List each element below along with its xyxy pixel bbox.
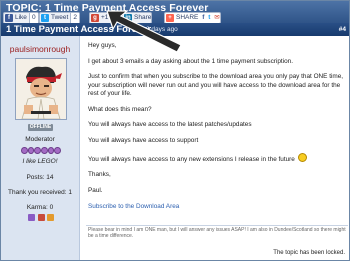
rank-stars [21, 147, 62, 154]
addthis-label: SHARE [176, 14, 199, 21]
author-thanks: Thank you received: 1 [8, 189, 72, 196]
fighter-avatar-image [16, 59, 66, 119]
rank-dot-icon [27, 147, 35, 154]
post-title: 1 Time Payment Access Forever [6, 24, 152, 35]
tweet-label: Tweet [51, 14, 69, 21]
gplus-count: 0 [110, 13, 120, 23]
author-username[interactable]: paulsimonrough [1, 44, 79, 54]
google-plus-icon: g [91, 14, 99, 22]
twitter-icon: t [41, 14, 49, 22]
message-paragraph: You will always have access to the lates… [88, 121, 252, 129]
like-label: Like [15, 14, 27, 21]
message-paragraph: Just to confirm that when you subscribe … [88, 73, 344, 97]
author-actions [28, 214, 54, 222]
post-header: 1 Time Payment Access Forever 3 days ago… [1, 23, 349, 36]
author-post-count: Posts: 14 [26, 174, 54, 181]
author-profile: paulsimonrough OFFLINE Moderator I like … [1, 36, 80, 260]
message-paragraph: You will always have access to support [88, 136, 199, 144]
signature-divider [86, 225, 348, 226]
like-count: 0 [28, 13, 38, 23]
post-date: 3 days ago [146, 26, 178, 33]
avatar[interactable] [15, 58, 67, 120]
signature: Please bear in mind I am ONE man, but I … [88, 227, 346, 239]
facebook-icon: f [5, 14, 13, 22]
rank-dot-icon [54, 147, 62, 154]
subscribe-link[interactable]: Subscribe to the Download Area [88, 203, 346, 211]
author-karma: Karma: 0 [26, 204, 54, 211]
tweet-count: 2 [70, 13, 79, 23]
rank-dot-icon [34, 147, 42, 154]
gplus-label: +1 [101, 14, 109, 21]
message-paragraph: What does this mean? [88, 105, 152, 113]
rank-dot-icon [41, 147, 48, 154]
post-message: Hey guys, I get about 3 emails a day ask… [88, 42, 346, 242]
message-paragraph: You will always have access to any new e… [88, 155, 295, 163]
author-personal-text: I like LEGO! [22, 158, 58, 165]
message-sign: Paul. [88, 187, 103, 195]
rank-dot-icon [21, 147, 28, 154]
linkedin-icon: in [124, 14, 132, 22]
message-thanks: Thanks, [88, 171, 111, 179]
gender-icon [28, 214, 35, 221]
addthis-icon: + [166, 14, 174, 22]
topic-locked-notice: The topic has been locked. [273, 250, 345, 256]
mail-mini-icon: ✉ [214, 14, 220, 21]
forum-post-frame: TOPIC: 1 Time Payment Access Forever f Li… [0, 0, 350, 261]
rank-dot-icon [47, 147, 55, 154]
message-paragraph: I get about 3 emails a day asking about … [88, 57, 293, 65]
website-icon[interactable] [47, 214, 54, 221]
status-badge: OFFLINE [28, 124, 53, 131]
message-greeting: Hey guys, [88, 42, 117, 49]
post-number[interactable]: #4 [339, 23, 346, 36]
facebook-mini-icon: f [202, 14, 205, 21]
linkedin-share-label: Share [134, 14, 152, 21]
twitter-mini-icon: t [208, 14, 211, 21]
smiley-icon [297, 152, 307, 162]
author-role: Moderator [25, 136, 55, 143]
message-icon[interactable] [37, 214, 45, 221]
message-paragraph-with-smiley: You will always have access to any new e… [88, 152, 346, 164]
